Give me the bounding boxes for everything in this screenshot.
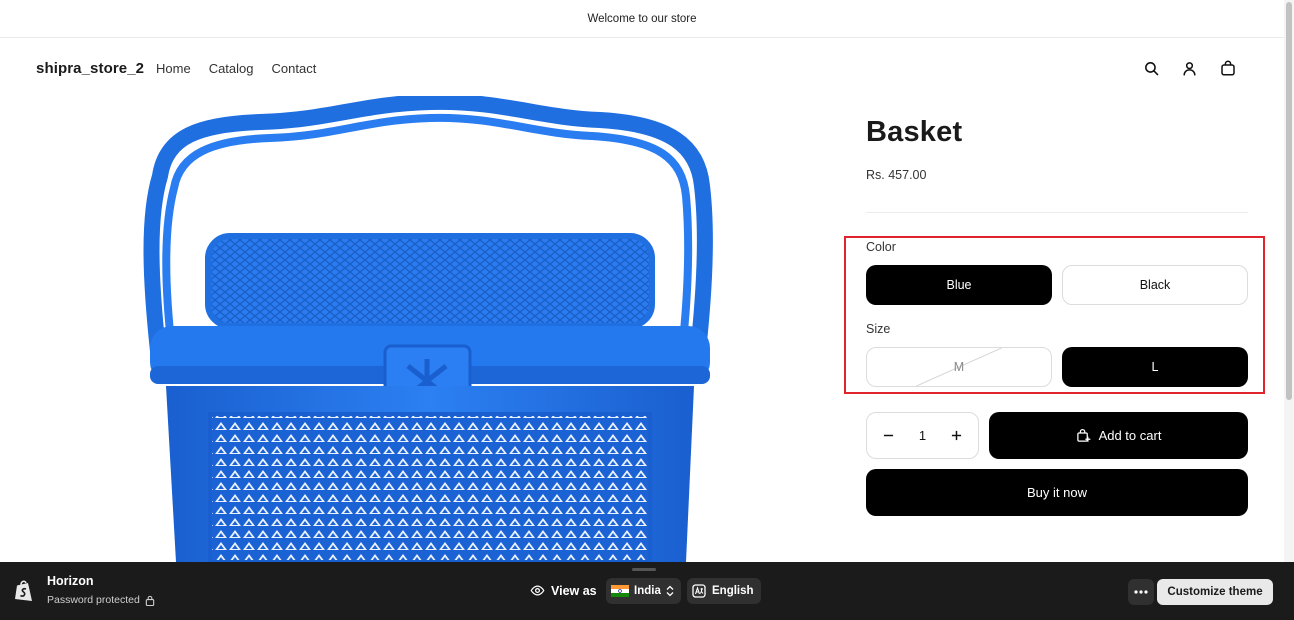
more-options-button[interactable] (1128, 579, 1154, 605)
size-option-m-label: M (953, 360, 965, 374)
country-selector-label: India (634, 585, 661, 597)
add-to-cart-button[interactable]: Add to cart (989, 412, 1248, 459)
customize-theme-label: Customize theme (1167, 586, 1263, 598)
eye-icon (530, 585, 545, 596)
cart-add-icon (1076, 428, 1090, 442)
chevron-up-down-icon (666, 585, 674, 597)
page-scrollbar[interactable] (1284, 0, 1294, 562)
ellipsis-icon (1134, 590, 1148, 594)
lock-icon (145, 595, 155, 606)
preview-bar-handle[interactable] (632, 568, 656, 571)
cart-icon[interactable] (1217, 57, 1239, 79)
basket-illustration (143, 93, 713, 564)
store-logo[interactable]: shipra_store_2 (36, 60, 144, 77)
info-divider (866, 212, 1248, 213)
nav-contact[interactable]: Contact (272, 61, 317, 76)
size-option-l[interactable]: L (1062, 347, 1248, 387)
language-selector[interactable]: English (687, 578, 761, 604)
buy-it-now-button[interactable]: Buy it now (866, 469, 1248, 516)
size-label: Size (866, 322, 891, 336)
size-option-m[interactable]: M (866, 347, 1052, 387)
quantity-value[interactable]: 1 (919, 428, 926, 443)
country-selector[interactable]: India (606, 578, 681, 604)
announcement-text: Welcome to our store (587, 12, 697, 25)
announcement-bar: Welcome to our store (0, 0, 1284, 38)
shopify-icon (15, 580, 32, 601)
product-image[interactable] (130, 93, 730, 564)
password-status: Password protected (47, 594, 155, 606)
color-option-blue-label: Blue (946, 278, 972, 292)
site-header: shipra_store_2 Home Catalog Contact (0, 39, 1284, 99)
theme-preview-bar: Horizon Password protected View as India… (0, 562, 1294, 620)
view-as-label: View as (551, 583, 597, 598)
customize-theme-button[interactable]: Customize theme (1157, 579, 1273, 605)
scrollbar-thumb[interactable] (1286, 2, 1292, 400)
language-selector-label: English (712, 585, 754, 597)
color-option-black[interactable]: Black (1062, 265, 1248, 305)
decrease-quantity-button[interactable] (881, 429, 895, 443)
india-flag-icon (611, 585, 629, 597)
product-title: Basket (866, 116, 963, 148)
color-label: Color (866, 240, 896, 254)
view-as: View as (530, 583, 597, 598)
nav-catalog[interactable]: Catalog (209, 61, 254, 76)
plus-icon (952, 430, 962, 441)
size-option-l-label: L (1151, 360, 1159, 374)
increase-quantity-button[interactable] (950, 429, 964, 443)
add-to-cart-label: Add to cart (1098, 428, 1162, 443)
password-status-text: Password protected (47, 594, 140, 606)
minus-icon (883, 434, 893, 437)
color-option-blue[interactable]: Blue (866, 265, 1052, 305)
quantity-stepper: 1 (866, 412, 979, 459)
color-option-black-label: Black (1139, 278, 1171, 292)
buy-it-now-label: Buy it now (1027, 485, 1087, 500)
product-price: Rs. 457.00 (866, 168, 927, 182)
theme-name: Horizon (47, 574, 94, 588)
nav-home[interactable]: Home (156, 61, 191, 76)
main-nav: Home Catalog Contact (156, 61, 316, 76)
translate-icon (692, 584, 706, 598)
search-icon[interactable] (1140, 57, 1162, 79)
account-icon[interactable] (1178, 57, 1200, 79)
